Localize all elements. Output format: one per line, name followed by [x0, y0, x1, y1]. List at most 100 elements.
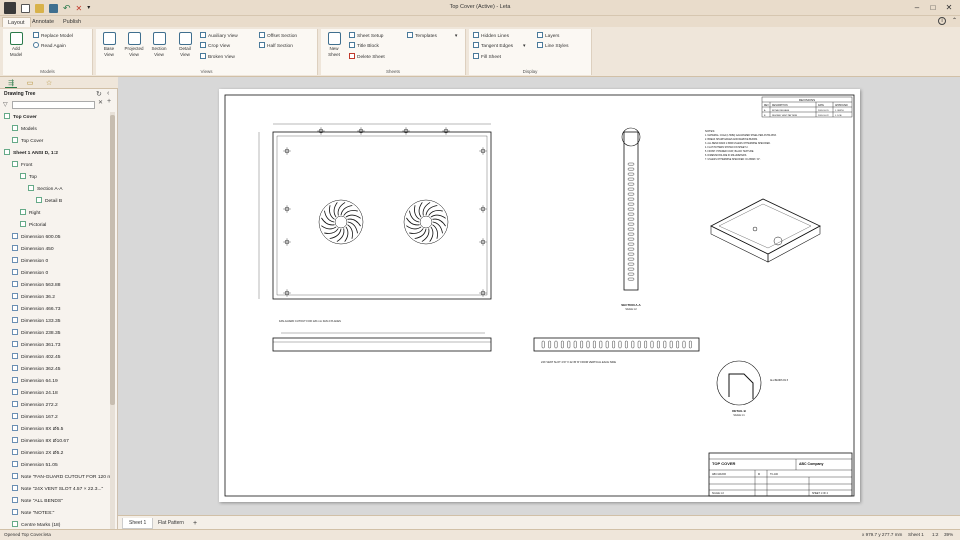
drawing-canvas[interactable]: REVISIONS REV DESCRIPTION DATE APPROVED A INI…: [118, 77, 960, 515]
replace-model-button[interactable]: Replace Model: [33, 32, 73, 41]
tree-item[interactable]: Note "FAN-GUARD CUTOUT FOR 120 m...: [0, 472, 110, 484]
tree-item[interactable]: Pictorial: [0, 220, 110, 232]
search-input[interactable]: [12, 101, 95, 109]
projected-view-button[interactable]: Projected View: [123, 32, 145, 58]
tree-item[interactable]: Dimension 466.73: [0, 304, 110, 316]
filter-icon[interactable]: ▽: [3, 101, 8, 108]
tree-item[interactable]: Top Cover: [0, 136, 110, 148]
fill-sheet-button[interactable]: Fill Sheet: [473, 53, 501, 62]
tree-item[interactable]: Right: [0, 208, 110, 220]
zoom-level[interactable]: 39%: [944, 530, 953, 540]
tab-publish[interactable]: Publish: [58, 17, 86, 27]
tree-item-icon: [12, 269, 18, 275]
tree-item[interactable]: Dimension 0: [0, 256, 110, 268]
tree-item-icon: [12, 341, 18, 347]
tree-item[interactable]: Dimension 563.88: [0, 280, 110, 292]
star-icon[interactable]: ☆: [43, 79, 55, 88]
section-view-button[interactable]: Section View: [148, 32, 170, 58]
tree-item[interactable]: Dimension 8X Ø10.67: [0, 436, 110, 448]
layers-button[interactable]: Layers: [537, 32, 559, 41]
tree-item[interactable]: Dimension 402.45: [0, 352, 110, 364]
line-styles-icon: [537, 42, 543, 48]
line-styles-button[interactable]: Line Styles: [537, 42, 568, 51]
tree-item-icon: [12, 401, 18, 407]
note-line: 3. ALL BEND RADII 1.5MM UNLESS OTHERWISE…: [705, 142, 771, 145]
collapse-panel-icon[interactable]: ‹: [107, 90, 109, 97]
tree-item[interactable]: Front: [0, 160, 110, 172]
tree-item[interactable]: Dimension 600.05: [0, 232, 110, 244]
sheet-tab-1[interactable]: Sheet 1: [122, 518, 154, 529]
delete-sheet-button[interactable]: Delete Sheet: [349, 53, 385, 62]
sheet-border: [224, 94, 855, 497]
refresh-icon: [33, 42, 39, 48]
tree-item[interactable]: Section A-A: [0, 184, 110, 196]
folder-icon[interactable]: ▭: [24, 79, 36, 88]
tree-view-icon[interactable]: ⇶: [5, 79, 17, 88]
hidden-lines-button[interactable]: Hidden Lines: [473, 32, 509, 41]
tree-item[interactable]: Models: [0, 124, 110, 136]
tree-item[interactable]: Dimension 450: [0, 244, 110, 256]
tree-item[interactable]: Dimension 64.19: [0, 376, 110, 388]
tree-item[interactable]: Dimension 36.2: [0, 292, 110, 304]
maximize-button[interactable]: □: [926, 2, 940, 13]
tree-item[interactable]: Sheet 1 ANSI D, 1:2: [0, 148, 110, 160]
add-model-button[interactable]: Add Model: [5, 32, 27, 58]
crop-view-button[interactable]: Crop View: [200, 42, 230, 51]
panel-title: Drawing Tree: [4, 91, 36, 97]
detail-view-button[interactable]: Detail View: [174, 32, 196, 58]
status-message: Opened Top Cover.leta: [4, 532, 51, 537]
offset-section-button[interactable]: Offset Section: [259, 32, 297, 41]
sheet-tab-flat-pattern[interactable]: Flat Pattern: [152, 518, 190, 529]
tree-item[interactable]: Dimension 361.73: [0, 340, 110, 352]
vent-slot: [593, 340, 596, 349]
ribbon-collapse-icon[interactable]: ⌃: [952, 17, 957, 24]
new-sheet-button[interactable]: New Sheet: [323, 32, 345, 58]
add-icon[interactable]: +: [107, 98, 111, 105]
add-sheet-button[interactable]: +: [187, 518, 203, 529]
section-scale: SCALE 1:2: [625, 308, 637, 311]
base-view-button[interactable]: Base View: [98, 32, 120, 58]
scrollbar-thumb[interactable]: [110, 115, 115, 405]
tree-item[interactable]: Note "24X VENT SLOT 4.57 × 22.3...": [0, 484, 110, 496]
half-section-button[interactable]: Half Section: [259, 42, 293, 51]
sheet-setup-button[interactable]: Sheet Setup: [349, 32, 383, 41]
tree-item-label: Right: [29, 211, 41, 216]
tree-item-label: Dimension 64.19: [21, 379, 58, 384]
tree-item[interactable]: Note "NOTES:": [0, 508, 110, 520]
vent-slot: [637, 340, 641, 349]
templates-dropdown[interactable]: Templates ▾: [407, 32, 457, 41]
tree-item[interactable]: Dimension 8X Ø5.5: [0, 424, 110, 436]
tree-item[interactable]: Note "ALL BENDS": [0, 496, 110, 508]
tree-item[interactable]: Dimension 238.35: [0, 328, 110, 340]
top-view: FAN-GUARD CUTOUT FOR 120 mm FAN 2 PLACES: [258, 123, 492, 323]
drawing-sheet[interactable]: REVISIONS REV DESCRIPTION DATE APPROVED A INI…: [219, 89, 860, 502]
tree-item[interactable]: Dimension 272.2: [0, 400, 110, 412]
refresh-icon[interactable]: ↻: [96, 90, 102, 98]
tree-scrollbar[interactable]: [110, 112, 115, 530]
base-view-icon: [102, 32, 116, 45]
tree-item[interactable]: Detail B: [0, 196, 110, 208]
tree-item[interactable]: Dimension 133.35: [0, 316, 110, 328]
minimize-button[interactable]: –: [910, 2, 924, 13]
read-again-button[interactable]: Read Again: [33, 42, 66, 51]
close-window-button[interactable]: ✕: [942, 2, 956, 13]
broken-view-button[interactable]: Broken View: [200, 53, 235, 62]
auxiliary-view-button[interactable]: Auxiliary View: [200, 32, 238, 41]
tree-item-label: Dimension 238.35: [21, 331, 61, 336]
tree-item[interactable]: Top Cover: [0, 112, 110, 124]
tree-item[interactable]: Dimension 24.18: [0, 388, 110, 400]
title-block-button[interactable]: Title Block: [349, 42, 379, 51]
fan-blade: [321, 225, 337, 230]
delete-sheet-label: Delete Sheet: [357, 55, 385, 60]
tangent-edges-dropdown[interactable]: Tangent Edges ▾: [473, 42, 525, 51]
tab-annotate[interactable]: Annotate: [27, 17, 59, 27]
close-search-icon[interactable]: ✕: [98, 99, 103, 106]
tree-item[interactable]: Dimension 362.45: [0, 364, 110, 376]
tree-item[interactable]: Dimension 0: [0, 268, 110, 280]
tree-item[interactable]: Dimension 167.2: [0, 412, 110, 424]
tree-item[interactable]: Dimension 2X Ø5.2: [0, 448, 110, 460]
tree-item[interactable]: Dimension 51.05: [0, 460, 110, 472]
revision-cell: 2020-10-15: [818, 110, 829, 112]
help-icon[interactable]: i: [938, 17, 946, 25]
tree-item[interactable]: Top: [0, 172, 110, 184]
